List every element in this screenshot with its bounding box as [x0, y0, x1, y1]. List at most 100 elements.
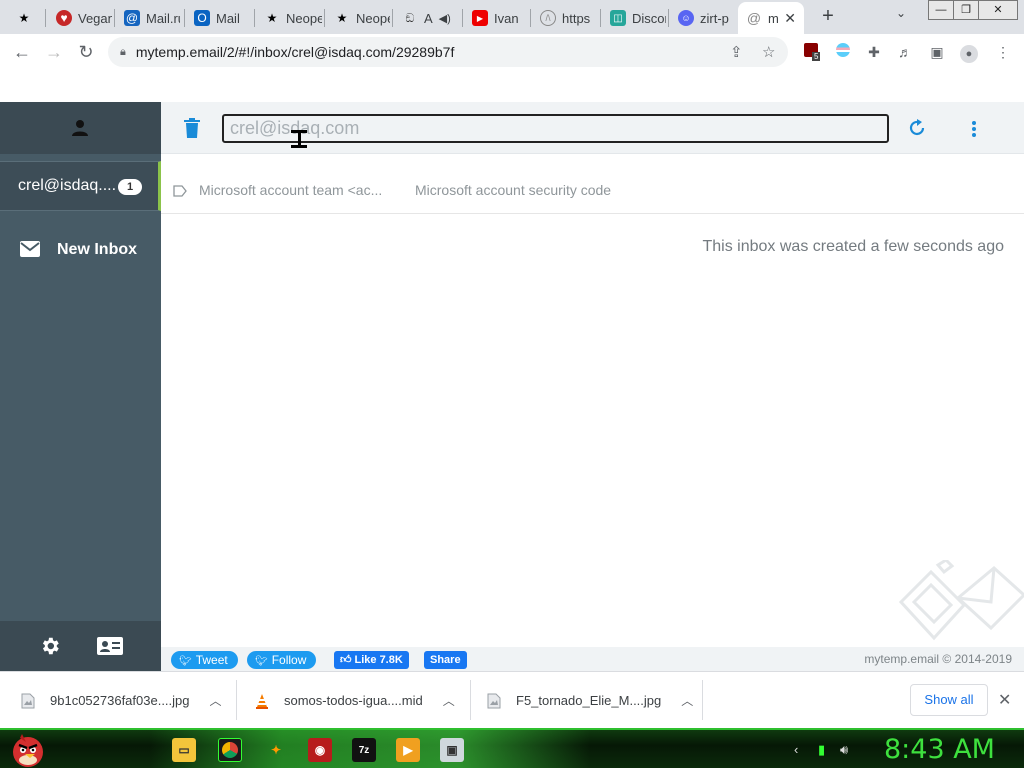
browser-tab[interactable]: @ Mail.ru — [116, 2, 180, 34]
star-icon: ★ — [266, 11, 278, 25]
tab-separator — [462, 9, 463, 27]
at-icon: @ — [124, 10, 140, 26]
speaker-icon: ◀) — [438, 12, 451, 25]
browser-tab[interactable]: ★ Neopets — [256, 2, 322, 34]
star-icon: ★ — [336, 11, 348, 25]
volume-icon[interactable]: 🔊︎ — [840, 742, 848, 758]
more-options-icon[interactable] — [971, 120, 977, 138]
refresh-icon[interactable] — [907, 118, 927, 138]
trash-icon[interactable] — [183, 118, 201, 138]
heart-icon: ♥ — [56, 10, 72, 26]
tab-separator — [600, 9, 601, 27]
tab-separator — [114, 9, 115, 27]
puzzle-extensions-icon[interactable]: ✚ — [865, 43, 883, 61]
new-inbox-button[interactable]: New Inbox — [0, 230, 161, 270]
inbox-address-input[interactable] — [222, 114, 889, 143]
sidebar: crel@isdaq.... 1 New Inbox — [0, 102, 161, 671]
downloads-bar: 9b1c052736faf03e....jpg ︿ somos-todos-ig… — [0, 671, 1024, 728]
pride-extension-icon[interactable] — [834, 43, 852, 61]
close-icon[interactable]: ✕ — [998, 690, 1011, 710]
tweet-button[interactable]: 🐦︎ Tweet — [171, 651, 238, 669]
main-toolbar — [161, 102, 1024, 154]
tab-separator — [324, 9, 325, 27]
firefox-icon[interactable]: ✦ — [264, 738, 288, 762]
new-tab-button[interactable]: + — [816, 4, 840, 28]
taskbar-clock[interactable]: 8:43 AM — [884, 734, 995, 765]
side-panel-icon[interactable]: ▣ — [928, 43, 946, 61]
minimize-button[interactable]: — — [928, 0, 954, 20]
chevron-up-icon[interactable]: ︿ — [210, 692, 222, 709]
browser-tab[interactable]: ◫ Discord — [602, 2, 666, 34]
angry-bird-start-icon[interactable] — [8, 732, 48, 768]
7zip-icon[interactable]: 7z — [352, 738, 376, 762]
browser-tab[interactable]: ♥ Vegan — [48, 2, 112, 34]
remote-desktop-icon[interactable]: ▣ — [440, 738, 464, 762]
copyright-text: mytemp.email © 2014-2019 — [864, 652, 1012, 666]
download-filename: somos-todos-igua....mid — [284, 693, 423, 708]
facebook-share-button[interactable]: Share — [424, 651, 467, 669]
message-subject: Microsoft account security code — [415, 182, 612, 198]
browser-tab[interactable]: ★ Neopets — [326, 2, 390, 34]
media-control-icon[interactable]: ♬ — [896, 43, 914, 61]
download-filename: F5_tornado_Elie_M....jpg — [516, 693, 662, 708]
download-item[interactable]: 9b1c052736faf03e....jpg ︿ — [20, 672, 222, 729]
show-all-downloads-button[interactable]: Show all — [910, 684, 988, 716]
maximize-button[interactable]: ❐ — [953, 0, 979, 20]
share-icon[interactable]: ⇪ — [730, 43, 743, 61]
file-explorer-icon[interactable]: ▭ — [172, 738, 196, 762]
text-cursor-icon — [291, 130, 307, 148]
sidebar-header — [0, 102, 161, 154]
close-tab-icon[interactable]: ✕ — [784, 10, 796, 27]
browser-tab[interactable]: ☺ zirt-p — [670, 2, 736, 34]
reload-button[interactable]: ↻ — [74, 40, 98, 64]
browser-tab[interactable]: O Mail — [186, 2, 250, 34]
label-tag-icon — [173, 185, 187, 197]
browser-tab[interactable]: ★ — [8, 2, 44, 34]
download-separator — [702, 680, 703, 720]
browser-toolbar: ← → ↻ 🔒︎ mytemp.email/2/#!/inbox/crel@is… — [0, 34, 1024, 70]
bookmark-star-icon[interactable]: ☆ — [762, 43, 775, 61]
discord-icon: ☺ — [678, 10, 694, 26]
sidebar-footer — [0, 621, 161, 671]
close-window-button[interactable]: ✕ — [978, 0, 1018, 20]
message-row[interactable]: Microsoft account team <ac... Microsoft … — [161, 166, 1024, 214]
unread-count-badge: 1 — [118, 179, 142, 195]
ublock-extension-icon[interactable]: 5 — [802, 43, 821, 61]
twitter-bird-icon: 🐦︎ — [179, 656, 192, 667]
browser-tab-active[interactable]: @ m ✕ — [738, 2, 804, 34]
envelope-icon — [20, 241, 40, 257]
browser-tab[interactable]: ඞ A ◀) — [394, 2, 460, 34]
contact-card-icon[interactable] — [97, 637, 123, 655]
address-bar[interactable]: 🔒︎ mytemp.email/2/#!/inbox/crel@isdaq.co… — [108, 37, 788, 67]
lock-icon: 🔒︎ — [120, 45, 126, 58]
browser-tab[interactable]: ▶ Ivan — [464, 2, 528, 34]
inbox-address: crel@isdaq.... — [18, 177, 117, 194]
profile-avatar-icon[interactable]: ● — [960, 43, 978, 63]
download-separator — [236, 680, 237, 720]
chevron-up-icon[interactable]: ︿ — [443, 692, 455, 709]
media-player-icon[interactable]: ▶ — [396, 738, 420, 762]
follow-button[interactable]: 🐦︎ Follow — [247, 651, 317, 669]
angry-bird-game-icon[interactable]: ◉ — [308, 738, 332, 762]
facebook-like-button[interactable]: 👍︎ Like 7.8K — [334, 651, 409, 669]
tray-arrow-icon[interactable]: ‹ — [794, 742, 798, 757]
message-sender: Microsoft account team <ac... — [199, 182, 383, 198]
youtube-icon: ▶ — [472, 10, 488, 26]
back-button[interactable]: ← — [10, 40, 34, 64]
chrome-icon[interactable] — [218, 738, 242, 762]
chevron-down-icon[interactable]: ⌄ — [896, 6, 906, 20]
gear-icon[interactable] — [39, 635, 61, 657]
battery-icon[interactable]: ▮ — [818, 742, 825, 758]
browser-tab[interactable]: /\ https — [532, 2, 598, 34]
thumbs-up-icon: 👍︎ — [340, 654, 352, 666]
forward-button[interactable]: → — [42, 40, 66, 64]
user-icon[interactable] — [70, 118, 90, 138]
sidebar-item-inbox[interactable]: crel@isdaq.... 1 — [0, 161, 161, 211]
tab-separator — [254, 9, 255, 27]
chevron-up-icon[interactable]: ︿ — [681, 692, 693, 709]
download-item[interactable]: F5_tornado_Elie_M....jpg ︿ — [486, 672, 693, 729]
browser-menu-icon[interactable]: ⋮ — [994, 43, 1012, 61]
tab-separator — [45, 9, 46, 27]
download-item[interactable]: somos-todos-igua....mid ︿ — [254, 672, 455, 729]
os-taskbar: ▭ ✦ ◉ 7z ▶ ▣ ‹ ▮ 🔊︎ 8:43 AM — [0, 728, 1024, 768]
